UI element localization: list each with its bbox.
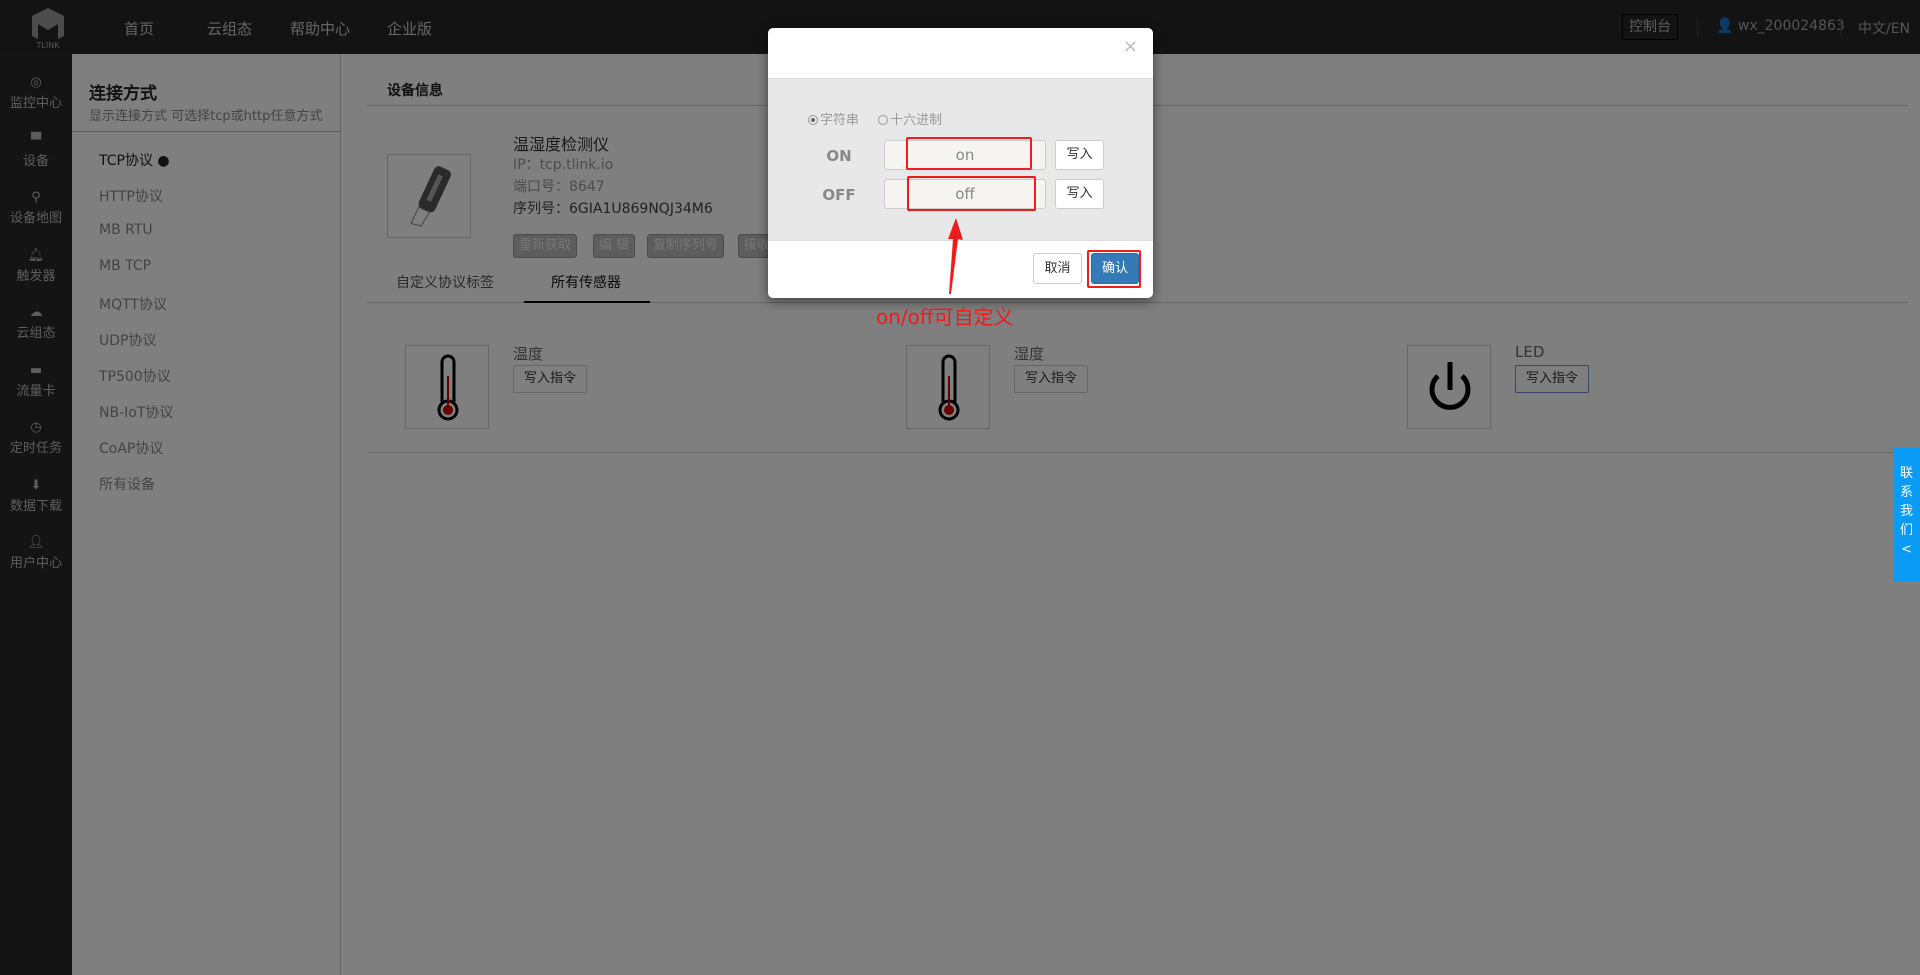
annotation-highlight-on <box>906 137 1032 170</box>
contact-char: 我 <box>1899 504 1913 519</box>
radio-checked-icon <box>808 115 818 125</box>
write-off-button[interactable]: 写入 <box>1055 179 1104 209</box>
off-label: OFF <box>822 186 856 204</box>
contact-char: 们 <box>1899 523 1913 538</box>
radio-string[interactable]: 字符串 <box>808 109 859 128</box>
cancel-button[interactable]: 取消 <box>1033 253 1082 284</box>
annotation-highlight-confirm <box>1087 250 1141 288</box>
annotation-arrow-icon <box>948 218 963 294</box>
close-icon[interactable]: × <box>1123 36 1138 57</box>
contact-us-tab[interactable]: 联 系 我 们 < <box>1893 448 1920 582</box>
chevron-left-icon: < <box>1901 542 1912 557</box>
on-label: ON <box>826 147 852 165</box>
annotation-highlight-off <box>907 176 1036 211</box>
radio-label: 字符串 <box>820 113 860 128</box>
write-on-button[interactable]: 写入 <box>1055 140 1104 170</box>
contact-char: 系 <box>1899 485 1913 500</box>
annotation-text: on/off可自定义 <box>876 305 1014 329</box>
radio-label: 十六进制 <box>890 113 943 128</box>
radio-hex[interactable]: 十六进制 <box>878 109 942 128</box>
radio-unchecked-icon <box>878 115 888 125</box>
contact-char: 联 <box>1899 466 1913 481</box>
